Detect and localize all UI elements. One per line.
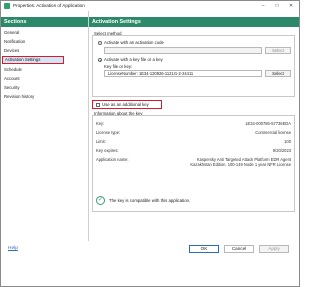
key-file-option-label: Activate with a key file or a key bbox=[104, 57, 163, 62]
info-key-label: Key: bbox=[96, 121, 105, 126]
activation-code-radio[interactable] bbox=[98, 41, 102, 45]
info-key-value: 1E34-000786-57736EDA bbox=[245, 121, 291, 126]
additional-key-checkbox[interactable] bbox=[96, 102, 100, 107]
minimize-icon[interactable]: – bbox=[256, 2, 270, 10]
sidebar-item-revision-history[interactable]: Revision history bbox=[4, 93, 34, 100]
select-code-button[interactable]: Select bbox=[265, 47, 291, 54]
additional-key-label: Use as an additional key bbox=[102, 102, 149, 107]
apply-button[interactable]: Apply bbox=[259, 245, 289, 253]
info-limit-value: 100 bbox=[284, 139, 291, 144]
properties-window: Properties: Activation of Application – … bbox=[0, 0, 300, 287]
key-file-label: Key file or key: bbox=[104, 64, 133, 69]
info-license-type-value: Commercial license bbox=[255, 130, 291, 135]
compat-status-text: The key is compatible with this applicat… bbox=[109, 198, 191, 203]
select-key-button[interactable]: Select bbox=[265, 70, 291, 77]
key-file-input[interactable]: LicenseNumber: 1E34-120926-1121I1-2-2441… bbox=[104, 70, 262, 77]
check-circle-icon: ✓ bbox=[96, 196, 105, 205]
window-title: Properties: Activation of Application bbox=[13, 3, 85, 8]
cancel-button[interactable]: Cancel bbox=[224, 245, 254, 253]
maximize-icon[interactable]: □ bbox=[270, 2, 284, 10]
app-icon bbox=[4, 3, 10, 9]
sidebar-item-activation-settings[interactable]: Activation Settings bbox=[2, 56, 64, 64]
close-icon[interactable]: ✕ bbox=[284, 2, 298, 10]
info-limit-label: Limit: bbox=[96, 139, 106, 144]
dialog-footer: Help OK Cancel Apply bbox=[1, 241, 299, 286]
info-license-type-label: License type: bbox=[96, 130, 121, 135]
page-title: Activation Settings bbox=[89, 17, 299, 27]
sidebar-item-general[interactable]: General bbox=[4, 29, 19, 36]
key-file-radio[interactable] bbox=[98, 58, 102, 62]
info-app-name-value: Kaspersky Anti Targeted Attack Platform … bbox=[190, 157, 291, 168]
sidebar-header: Sections bbox=[1, 17, 88, 27]
title-bar: Properties: Activation of Application – … bbox=[1, 1, 299, 11]
sidebar-item-schedule[interactable]: Schedule bbox=[4, 66, 22, 73]
sections-sidebar: Sections General Notification Devices Ac… bbox=[1, 11, 89, 241]
ok-button[interactable]: OK bbox=[189, 245, 219, 253]
info-app-name-label: Application name: bbox=[96, 157, 129, 162]
activation-code-label: Activate with an activation code bbox=[104, 40, 164, 45]
sidebar-item-devices[interactable]: Devices bbox=[4, 47, 19, 54]
help-link[interactable]: Help bbox=[8, 246, 18, 251]
info-expires-value: 9/20/2023 bbox=[272, 148, 291, 153]
sidebar-item-security[interactable]: Security bbox=[4, 84, 20, 91]
info-expires-label: Key expires: bbox=[96, 148, 119, 153]
sidebar-item-account[interactable]: Account bbox=[4, 75, 20, 82]
activation-code-input[interactable] bbox=[104, 47, 262, 54]
sidebar-item-notification[interactable]: Notification bbox=[4, 38, 25, 45]
main-panel: Activation Settings Select method Activa… bbox=[89, 11, 299, 241]
